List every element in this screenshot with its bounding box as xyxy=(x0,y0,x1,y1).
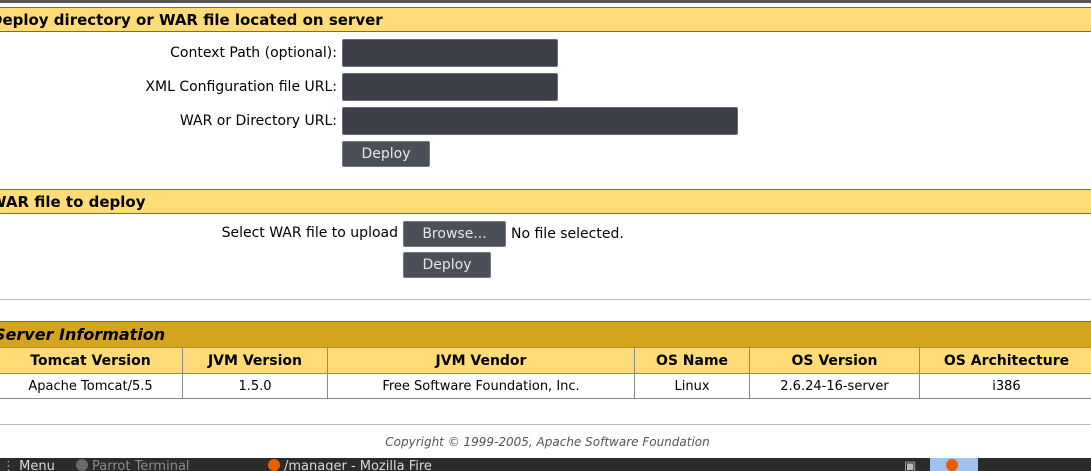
cell-tomcat-version: Apache Tomcat/5.5 xyxy=(0,373,183,399)
deploy-directory-title: Deploy directory or WAR file located on … xyxy=(0,11,383,29)
footer-divider xyxy=(0,424,1091,425)
taskbar-firefox[interactable]: /manager - Mozilla Fire xyxy=(268,459,432,471)
copyright-text: Copyright © 1999-2005, Apache Software F… xyxy=(385,435,710,449)
taskbar-menu[interactable]: ⋮ Menu xyxy=(2,459,55,471)
taskbar-terminal[interactable]: Parrot Terminal xyxy=(76,459,190,471)
war-upload-title: WAR file to deploy xyxy=(0,193,146,211)
header-jvm-version: JVM Version xyxy=(182,347,328,374)
deploy-directory-button[interactable]: Deploy xyxy=(342,141,430,167)
cell-os-architecture: i386 xyxy=(919,373,1091,399)
server-info-table: Tomcat Version JVM Version JVM Vendor OS… xyxy=(0,347,1091,399)
tray-icon[interactable]: ▣ xyxy=(904,459,916,471)
firefox-icon xyxy=(268,459,280,471)
header-tomcat-version: Tomcat Version xyxy=(0,347,183,374)
server-info-title: Server Information xyxy=(0,325,166,344)
select-war-label: Select WAR file to upload xyxy=(221,225,398,241)
xml-config-label: XML Configuration file URL: xyxy=(145,79,337,95)
tray-active-app[interactable] xyxy=(930,458,978,471)
server-info-header: Server Information xyxy=(0,321,1091,347)
browse-button[interactable]: Browse... xyxy=(403,221,506,247)
cell-os-version: 2.6.24-16-server xyxy=(749,373,920,399)
top-border xyxy=(0,0,1091,6)
menu-icon: ⋮ xyxy=(2,459,20,471)
taskbar: ⋮ Menu Parrot Terminal /manager - Mozill… xyxy=(0,458,1091,471)
file-status-text: No file selected. xyxy=(511,226,624,242)
server-info-header-row: Tomcat Version JVM Version JVM Vendor OS… xyxy=(0,347,1091,374)
terminal-icon xyxy=(76,459,88,471)
divider xyxy=(0,299,1091,300)
context-path-label: Context Path (optional): xyxy=(170,45,337,61)
header-os-version: OS Version xyxy=(749,347,920,374)
header-jvm-vendor: JVM Vendor xyxy=(327,347,635,374)
deploy-directory-header: Deploy directory or WAR file located on … xyxy=(0,7,1091,32)
upload-deploy-button[interactable]: Deploy xyxy=(403,252,491,278)
cell-os-name: Linux xyxy=(634,373,750,399)
xml-config-input[interactable] xyxy=(342,73,558,101)
firefox-tray-icon xyxy=(946,459,958,471)
cell-jvm-version: 1.5.0 xyxy=(182,373,328,399)
header-os-name: OS Name xyxy=(634,347,750,374)
table-row: Apache Tomcat/5.5 1.5.0 Free Software Fo… xyxy=(0,373,1091,399)
war-directory-label: WAR or Directory URL: xyxy=(179,113,337,129)
cell-jvm-vendor: Free Software Foundation, Inc. xyxy=(327,373,635,399)
header-os-architecture: OS Architecture xyxy=(919,347,1091,374)
context-path-input[interactable] xyxy=(342,39,558,67)
war-directory-input[interactable] xyxy=(342,107,738,135)
war-upload-header: WAR file to deploy xyxy=(0,189,1091,214)
